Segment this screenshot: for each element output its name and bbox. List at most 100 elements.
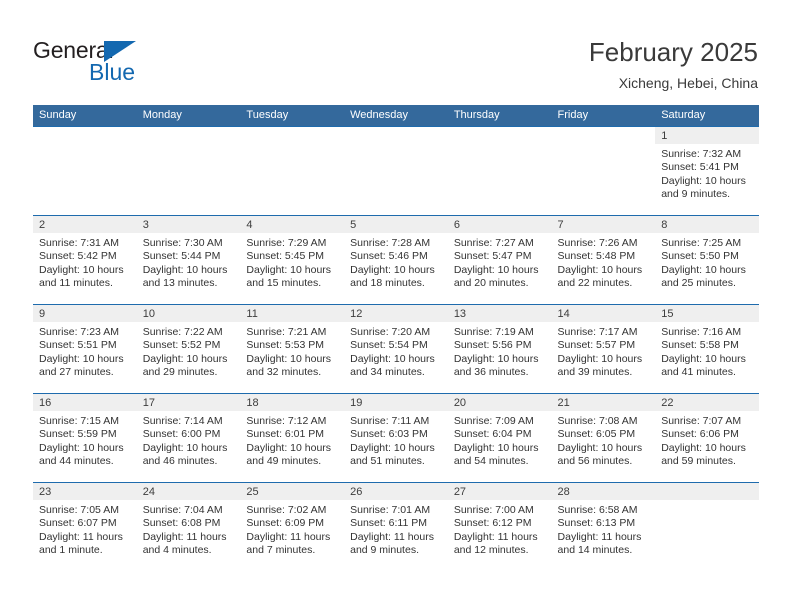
calendar-day-cell[interactable]: 12 Sunrise: 7:20 AM Sunset: 5:54 PM Dayligh… [344, 304, 448, 394]
daylight-text: Daylight: 10 hours and 54 minutes. [453, 441, 539, 468]
daylight-text: Daylight: 10 hours and 15 minutes. [246, 263, 332, 290]
calendar-day-cell[interactable]: 24 Sunrise: 7:04 AM Sunset: 6:08 PM Dayligh… [136, 482, 241, 572]
sunrise-text: Sunrise: 7:30 AM [142, 237, 223, 249]
calendar-day-cell[interactable]: 25 Sunrise: 7:02 AM Sunset: 6:09 PM Dayligh… [240, 482, 345, 572]
sunrise-text: Sunrise: 7:17 AM [557, 326, 638, 338]
calendar-day-cell[interactable]: 6 Sunrise: 7:27 AM Sunset: 5:47 PM Daylight… [447, 215, 552, 305]
calendar-day-cell[interactable]: 2 Sunrise: 7:31 AM Sunset: 5:42 PM Daylight… [33, 215, 137, 305]
daylight-text: Daylight: 11 hours and 14 minutes. [557, 530, 642, 557]
day-sun-info: Sunrise: 7:31 AM Sunset: 5:42 PM Daylight:… [33, 233, 137, 291]
daylight-text: Daylight: 10 hours and 13 minutes. [142, 263, 228, 290]
calendar-day-cell[interactable]: 14 Sunrise: 7:17 AM Sunset: 5:57 PM Dayligh… [551, 304, 656, 394]
day-number: 3 [136, 216, 241, 233]
day-number: 17 [136, 394, 241, 411]
sunset-text: Sunset: 6:01 PM [246, 428, 325, 441]
day-sun-info: Sunrise: 7:05 AM Sunset: 6:07 PM Daylight:… [33, 500, 137, 558]
day-sun-info: Sunrise: 7:16 AM Sunset: 5:58 PM Daylight:… [655, 322, 759, 380]
calendar-day-cell[interactable]: 5 Sunrise: 7:28 AM Sunset: 5:46 PM Daylight… [344, 215, 448, 305]
sunrise-text: Sunrise: 7:00 AM [453, 504, 534, 516]
sunset-text: Sunset: 6:04 PM [453, 428, 532, 441]
day-sun-info: Sunrise: 7:19 AM Sunset: 5:56 PM Daylight:… [448, 322, 552, 380]
page-title: February 2025 [588, 37, 758, 67]
day-number: 23 [33, 483, 137, 500]
sunrise-text: Sunrise: 7:14 AM [142, 415, 223, 427]
sunrise-text: Sunrise: 7:27 AM [453, 237, 534, 249]
calendar-day-cell[interactable]: 18 Sunrise: 7:12 AM Sunset: 6:01 PM Dayligh… [240, 393, 345, 483]
calendar-day-cell[interactable]: 11 Sunrise: 7:21 AM Sunset: 5:53 PM Dayligh… [240, 304, 345, 394]
calendar-day-cell[interactable]: 4 Sunrise: 7:29 AM Sunset: 5:45 PM Daylight… [240, 215, 345, 305]
weekday-header-tuesday: Tuesday [240, 105, 345, 127]
calendar-day-cell[interactable]: 23 Sunrise: 7:05 AM Sunset: 6:07 PM Dayligh… [33, 482, 137, 572]
sunset-text: Sunset: 5:45 PM [246, 250, 325, 263]
calendar-day-cell[interactable]: 9 Sunrise: 7:23 AM Sunset: 5:51 PM Daylight… [33, 304, 137, 394]
calendar-day-cell-empty [344, 126, 448, 216]
calendar-day-cell-empty [33, 126, 137, 216]
calendar-header-row: Sunday Monday Tuesday Wednesday Thursday Frid… [33, 105, 759, 127]
calendar-day-cell[interactable]: 8 Sunrise: 7:25 AM Sunset: 5:50 PM Daylight… [655, 215, 759, 305]
calendar-day-cell[interactable]: 19 Sunrise: 7:11 AM Sunset: 6:03 PM Dayligh… [344, 393, 448, 483]
sunset-text: Sunset: 5:46 PM [350, 250, 428, 263]
day-number [551, 127, 656, 144]
sunrise-text: Sunrise: 7:25 AM [661, 237, 742, 249]
day-sun-info: Sunrise: 7:09 AM Sunset: 6:04 PM Daylight:… [448, 411, 552, 469]
calendar-day-cell[interactable]: 3 Sunrise: 7:30 AM Sunset: 5:44 PM Daylight… [136, 215, 241, 305]
daylight-text: Daylight: 10 hours and 29 minutes. [142, 352, 228, 379]
daylight-text: Daylight: 10 hours and 59 minutes. [661, 441, 746, 468]
day-number: 16 [33, 394, 137, 411]
sunrise-text: Sunrise: 7:09 AM [453, 415, 534, 427]
calendar-day-cell[interactable]: 1 Sunrise: 7:32 AM Sunset: 5:41 PM Daylight… [655, 126, 759, 216]
calendar-day-cell[interactable]: 7 Sunrise: 7:26 AM Sunset: 5:48 PM Daylight… [551, 215, 656, 305]
day-sun-info: Sunrise: 7:14 AM Sunset: 6:00 PM Daylight:… [137, 411, 241, 469]
general-blue-logo: General Blue [33, 38, 213, 86]
calendar-week-row: 9 Sunrise: 7:23 AM Sunset: 5:51 PM Daylight… [33, 304, 759, 394]
day-sun-info: Sunrise: 7:32 AM Sunset: 5:41 PM Daylight:… [655, 144, 759, 202]
sunset-text: Sunset: 6:12 PM [453, 517, 532, 530]
day-number: 21 [551, 394, 656, 411]
sunset-text: Sunset: 5:47 PM [453, 250, 532, 263]
calendar-day-cell[interactable]: 13 Sunrise: 7:19 AM Sunset: 5:56 PM Dayligh… [447, 304, 552, 394]
calendar-day-cell[interactable]: 20 Sunrise: 7:09 AM Sunset: 6:04 PM Dayligh… [447, 393, 552, 483]
sunrise-text: Sunrise: 6:58 AM [557, 504, 638, 516]
day-number: 8 [655, 216, 759, 233]
sunset-text: Sunset: 5:41 PM [661, 161, 739, 174]
day-number: 13 [447, 305, 552, 322]
sunset-text: Sunset: 6:13 PM [557, 517, 636, 530]
sunrise-text: Sunrise: 7:32 AM [661, 148, 742, 160]
sunset-text: Sunset: 5:48 PM [557, 250, 636, 263]
calendar-day-cell[interactable]: 16 Sunrise: 7:15 AM Sunset: 5:59 PM Dayligh… [33, 393, 137, 483]
day-sun-info: Sunrise: 7:12 AM Sunset: 6:01 PM Daylight:… [240, 411, 344, 469]
calendar-week-row: 16 Sunrise: 7:15 AM Sunset: 5:59 PM Dayligh… [33, 393, 759, 483]
day-sun-info: Sunrise: 7:28 AM Sunset: 5:46 PM Daylight:… [344, 233, 448, 291]
calendar-week-row: 2 Sunrise: 7:31 AM Sunset: 5:42 PM Daylight… [33, 215, 759, 305]
calendar-day-cell[interactable]: 27 Sunrise: 7:00 AM Sunset: 6:12 PM Dayligh… [447, 482, 552, 572]
day-number: 5 [344, 216, 448, 233]
day-number: 14 [551, 305, 656, 322]
sunrise-text: Sunrise: 7:22 AM [142, 326, 223, 338]
calendar-day-cell[interactable]: 22 Sunrise: 7:07 AM Sunset: 6:06 PM Dayligh… [655, 393, 759, 483]
weekday-header-friday: Friday [551, 105, 656, 127]
calendar-day-cell[interactable]: 15 Sunrise: 7:16 AM Sunset: 5:58 PM Dayligh… [655, 304, 759, 394]
day-sun-info: Sunrise: 7:07 AM Sunset: 6:06 PM Daylight:… [655, 411, 759, 469]
daylight-text: Daylight: 11 hours and 1 minute. [39, 530, 123, 557]
day-sun-info: Sunrise: 7:23 AM Sunset: 5:51 PM Daylight:… [33, 322, 137, 380]
day-sun-info: Sunrise: 7:15 AM Sunset: 5:59 PM Daylight:… [33, 411, 137, 469]
day-sun-info: Sunrise: 6:58 AM Sunset: 6:13 PM Daylight:… [552, 500, 656, 558]
calendar-day-cell-empty [136, 126, 241, 216]
day-number [33, 127, 137, 144]
calendar-day-cell[interactable]: 17 Sunrise: 7:14 AM Sunset: 6:00 PM Dayligh… [136, 393, 241, 483]
sunrise-text: Sunrise: 7:19 AM [453, 326, 534, 338]
calendar-day-cell[interactable]: 28 Sunrise: 6:58 AM Sunset: 6:13 PM Dayligh… [551, 482, 656, 572]
day-sun-info: Sunrise: 7:02 AM Sunset: 6:09 PM Daylight:… [240, 500, 344, 558]
day-number: 6 [447, 216, 552, 233]
daylight-text: Daylight: 10 hours and 41 minutes. [661, 352, 746, 379]
calendar-day-cell[interactable]: 10 Sunrise: 7:22 AM Sunset: 5:52 PM Dayligh… [136, 304, 241, 394]
sunset-text: Sunset: 5:44 PM [142, 250, 221, 263]
day-sun-info: Sunrise: 7:25 AM Sunset: 5:50 PM Daylight:… [655, 233, 759, 291]
calendar-week-row: 1 Sunrise: 7:32 AM Sunset: 5:41 PM Daylight… [33, 126, 759, 216]
day-sun-info: Sunrise: 7:17 AM Sunset: 5:57 PM Daylight:… [552, 322, 656, 380]
day-sun-info: Sunrise: 7:22 AM Sunset: 5:52 PM Daylight:… [137, 322, 241, 380]
calendar-table: Sunday Monday Tuesday Wednesday Thursday Frid… [33, 105, 759, 572]
calendar-day-cell[interactable]: 26 Sunrise: 7:01 AM Sunset: 6:11 PM Dayligh… [344, 482, 448, 572]
calendar-day-cell[interactable]: 21 Sunrise: 7:08 AM Sunset: 6:05 PM Dayligh… [551, 393, 656, 483]
sunrise-text: Sunrise: 7:16 AM [661, 326, 742, 338]
